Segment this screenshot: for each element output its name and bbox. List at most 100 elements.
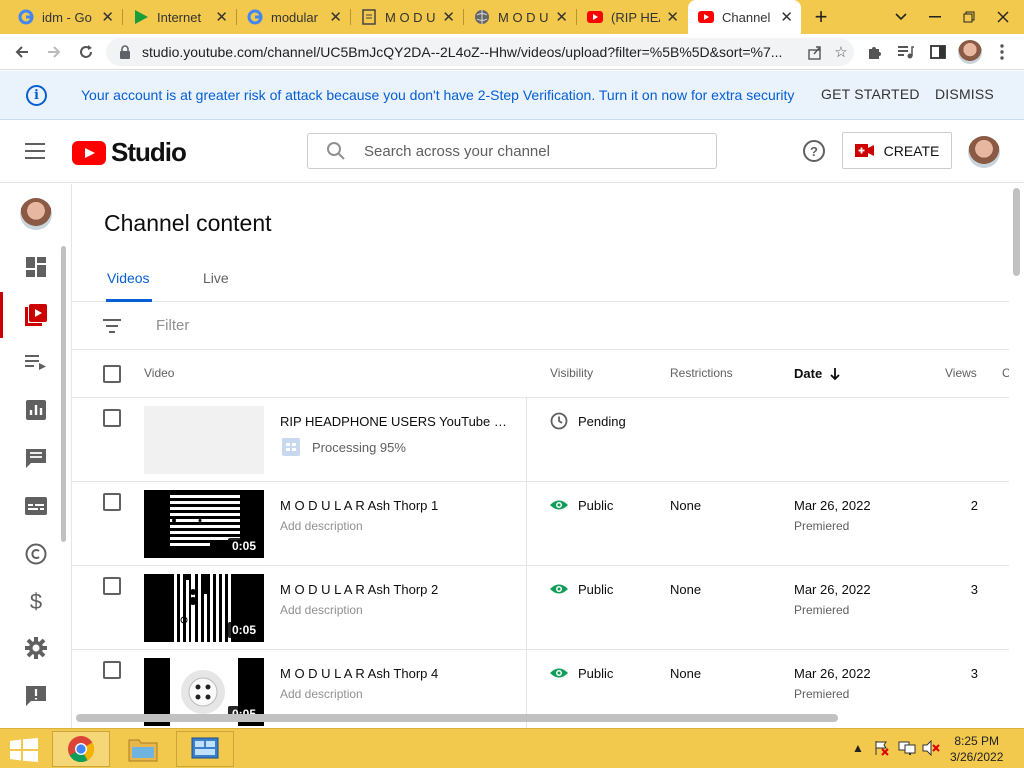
extensions-puzzle-icon[interactable] bbox=[862, 40, 886, 64]
filter-input[interactable]: Filter bbox=[156, 317, 189, 334]
video-description[interactable]: Add description bbox=[280, 519, 363, 533]
visibility-cell[interactable]: Public bbox=[550, 664, 613, 682]
restore-icon[interactable] bbox=[952, 0, 986, 34]
address-bar[interactable]: studio.youtube.com/channel/UC5BmJcQY2DA-… bbox=[106, 38, 854, 66]
taskbar-file-explorer[interactable] bbox=[114, 731, 172, 767]
get-started-button[interactable]: GET STARTED bbox=[821, 86, 920, 102]
visibility-cell[interactable]: Pending bbox=[550, 412, 626, 430]
tab-live[interactable]: Live bbox=[203, 270, 229, 286]
new-tab-button[interactable]: + bbox=[808, 0, 834, 34]
monetization-dollar-icon[interactable]: $ bbox=[22, 588, 50, 616]
youtube-studio-logo[interactable]: Studio bbox=[72, 137, 187, 168]
table-header: Video Visibility Restrictions Date Views… bbox=[72, 350, 1009, 398]
browser-tab-6[interactable]: (RIP HEA ✕ bbox=[577, 0, 687, 34]
row-checkbox[interactable] bbox=[103, 577, 121, 595]
browser-tab-2[interactable]: Internet ✕ bbox=[123, 0, 236, 34]
column-comments[interactable]: C bbox=[1002, 366, 1009, 380]
notification-flag-icon[interactable] bbox=[874, 740, 890, 759]
volume-muted-icon[interactable] bbox=[922, 739, 940, 759]
horizontal-scrollbar[interactable] bbox=[76, 714, 838, 722]
close-icon[interactable]: ✕ bbox=[442, 8, 455, 26]
search-box[interactable] bbox=[307, 133, 717, 169]
browser-tab-7-active[interactable]: Channel ✕ bbox=[688, 0, 801, 34]
close-icon[interactable]: ✕ bbox=[215, 8, 228, 26]
help-icon[interactable]: ? bbox=[803, 140, 825, 162]
comments-icon[interactable] bbox=[22, 444, 50, 472]
browser-tab-3[interactable]: modular ✕ bbox=[237, 0, 350, 34]
close-icon[interactable]: ✕ bbox=[101, 8, 114, 26]
google-icon bbox=[247, 9, 263, 25]
system-clock[interactable]: 8:25 PM 3/26/2022 bbox=[950, 733, 1003, 765]
filter-bar[interactable]: Filter bbox=[72, 302, 1009, 350]
browser-tab-5[interactable]: M O D U ✕ bbox=[464, 0, 576, 34]
nav-scrollbar[interactable] bbox=[61, 246, 66, 542]
vertical-scrollbar[interactable] bbox=[1013, 188, 1020, 276]
video-thumbnail[interactable]: 0:05 bbox=[144, 574, 264, 642]
settings-gear-icon[interactable] bbox=[22, 634, 50, 662]
bookmark-star-icon[interactable]: ☆ bbox=[828, 39, 854, 65]
back-arrow-icon[interactable] bbox=[10, 40, 34, 64]
restrictions-cell: None bbox=[670, 582, 702, 597]
table-row[interactable]: 0:05 M O D U L A R Ash Thorp 1 Add descr… bbox=[72, 482, 1009, 566]
minimize-icon[interactable] bbox=[918, 0, 952, 34]
video-title[interactable]: M O D U L A R Ash Thorp 4 bbox=[280, 666, 512, 681]
playlists-icon[interactable] bbox=[22, 348, 50, 376]
row-checkbox[interactable] bbox=[103, 661, 121, 679]
browser-tab-4[interactable]: M O D U ✕ bbox=[351, 0, 463, 34]
analytics-icon[interactable] bbox=[22, 396, 50, 424]
url-text: studio.youtube.com/channel/UC5BmJcQY2DA-… bbox=[142, 44, 783, 60]
forward-arrow-icon[interactable] bbox=[42, 40, 66, 64]
reload-icon[interactable] bbox=[74, 40, 98, 64]
filter-icon[interactable] bbox=[103, 319, 121, 333]
video-thumbnail-placeholder[interactable] bbox=[144, 406, 264, 474]
visibility-cell[interactable]: Public bbox=[550, 580, 613, 598]
window-close-icon[interactable] bbox=[986, 0, 1020, 34]
video-title[interactable]: M O D U L A R Ash Thorp 2 bbox=[280, 582, 512, 597]
channel-avatar[interactable] bbox=[20, 198, 52, 230]
browser-tab-1[interactable]: idm - Go ✕ bbox=[8, 0, 122, 34]
kebab-menu-icon[interactable] bbox=[990, 40, 1014, 64]
column-visibility[interactable]: Visibility bbox=[550, 366, 593, 380]
media-queue-icon[interactable] bbox=[894, 40, 918, 64]
feedback-icon[interactable] bbox=[22, 682, 50, 710]
row-checkbox[interactable] bbox=[103, 493, 121, 511]
tab-videos[interactable]: Videos bbox=[107, 270, 150, 286]
content-icon[interactable] bbox=[22, 301, 50, 329]
profile-avatar[interactable] bbox=[958, 40, 982, 64]
side-panel-icon[interactable] bbox=[926, 40, 950, 64]
video-thumbnail[interactable]: 0:05 bbox=[144, 490, 264, 558]
windows-start-icon[interactable] bbox=[10, 738, 38, 762]
account-avatar[interactable] bbox=[968, 136, 1000, 168]
create-button[interactable]: CREATE bbox=[842, 132, 952, 169]
share-icon[interactable] bbox=[802, 39, 828, 65]
network-icon[interactable] bbox=[898, 740, 916, 759]
visibility-cell[interactable]: Public bbox=[550, 496, 613, 514]
column-date[interactable]: Date bbox=[794, 366, 840, 381]
subtitles-icon[interactable] bbox=[22, 492, 50, 520]
video-description[interactable]: Add description bbox=[280, 687, 363, 701]
copyright-icon[interactable] bbox=[22, 540, 50, 568]
close-icon[interactable]: ✕ bbox=[666, 8, 679, 26]
tab-search-icon[interactable] bbox=[884, 0, 918, 34]
close-icon[interactable]: ✕ bbox=[329, 8, 342, 26]
dismiss-button[interactable]: DISMISS bbox=[935, 86, 994, 102]
row-checkbox[interactable] bbox=[103, 409, 121, 427]
taskbar-chrome[interactable] bbox=[52, 731, 110, 767]
video-description[interactable]: Add description bbox=[280, 603, 363, 617]
column-views[interactable]: Views bbox=[945, 366, 977, 380]
youtube-icon bbox=[698, 9, 714, 25]
hamburger-menu-icon[interactable] bbox=[25, 143, 45, 159]
taskbar-control-panel[interactable] bbox=[176, 731, 234, 767]
close-icon[interactable]: ✕ bbox=[780, 8, 793, 26]
video-title[interactable]: M O D U L A R Ash Thorp 1 bbox=[280, 498, 512, 513]
dashboard-icon[interactable] bbox=[22, 253, 50, 281]
close-icon[interactable]: ✕ bbox=[555, 8, 568, 26]
search-input[interactable] bbox=[364, 142, 694, 160]
show-hidden-icons-icon[interactable]: ▲ bbox=[852, 741, 864, 755]
table-row[interactable]: 0:05 M O D U L A R Ash Thorp 2 Add descr… bbox=[72, 566, 1009, 650]
video-title[interactable]: RIP HEADPHONE USERS YouTube Cin... bbox=[280, 414, 512, 429]
table-row[interactable]: RIP HEADPHONE USERS YouTube Cin... Proce… bbox=[72, 398, 1009, 482]
select-all-checkbox[interactable] bbox=[103, 365, 121, 383]
browser-toolbar: studio.youtube.com/channel/UC5BmJcQY2DA-… bbox=[0, 34, 1024, 70]
column-restrictions[interactable]: Restrictions bbox=[670, 366, 733, 380]
